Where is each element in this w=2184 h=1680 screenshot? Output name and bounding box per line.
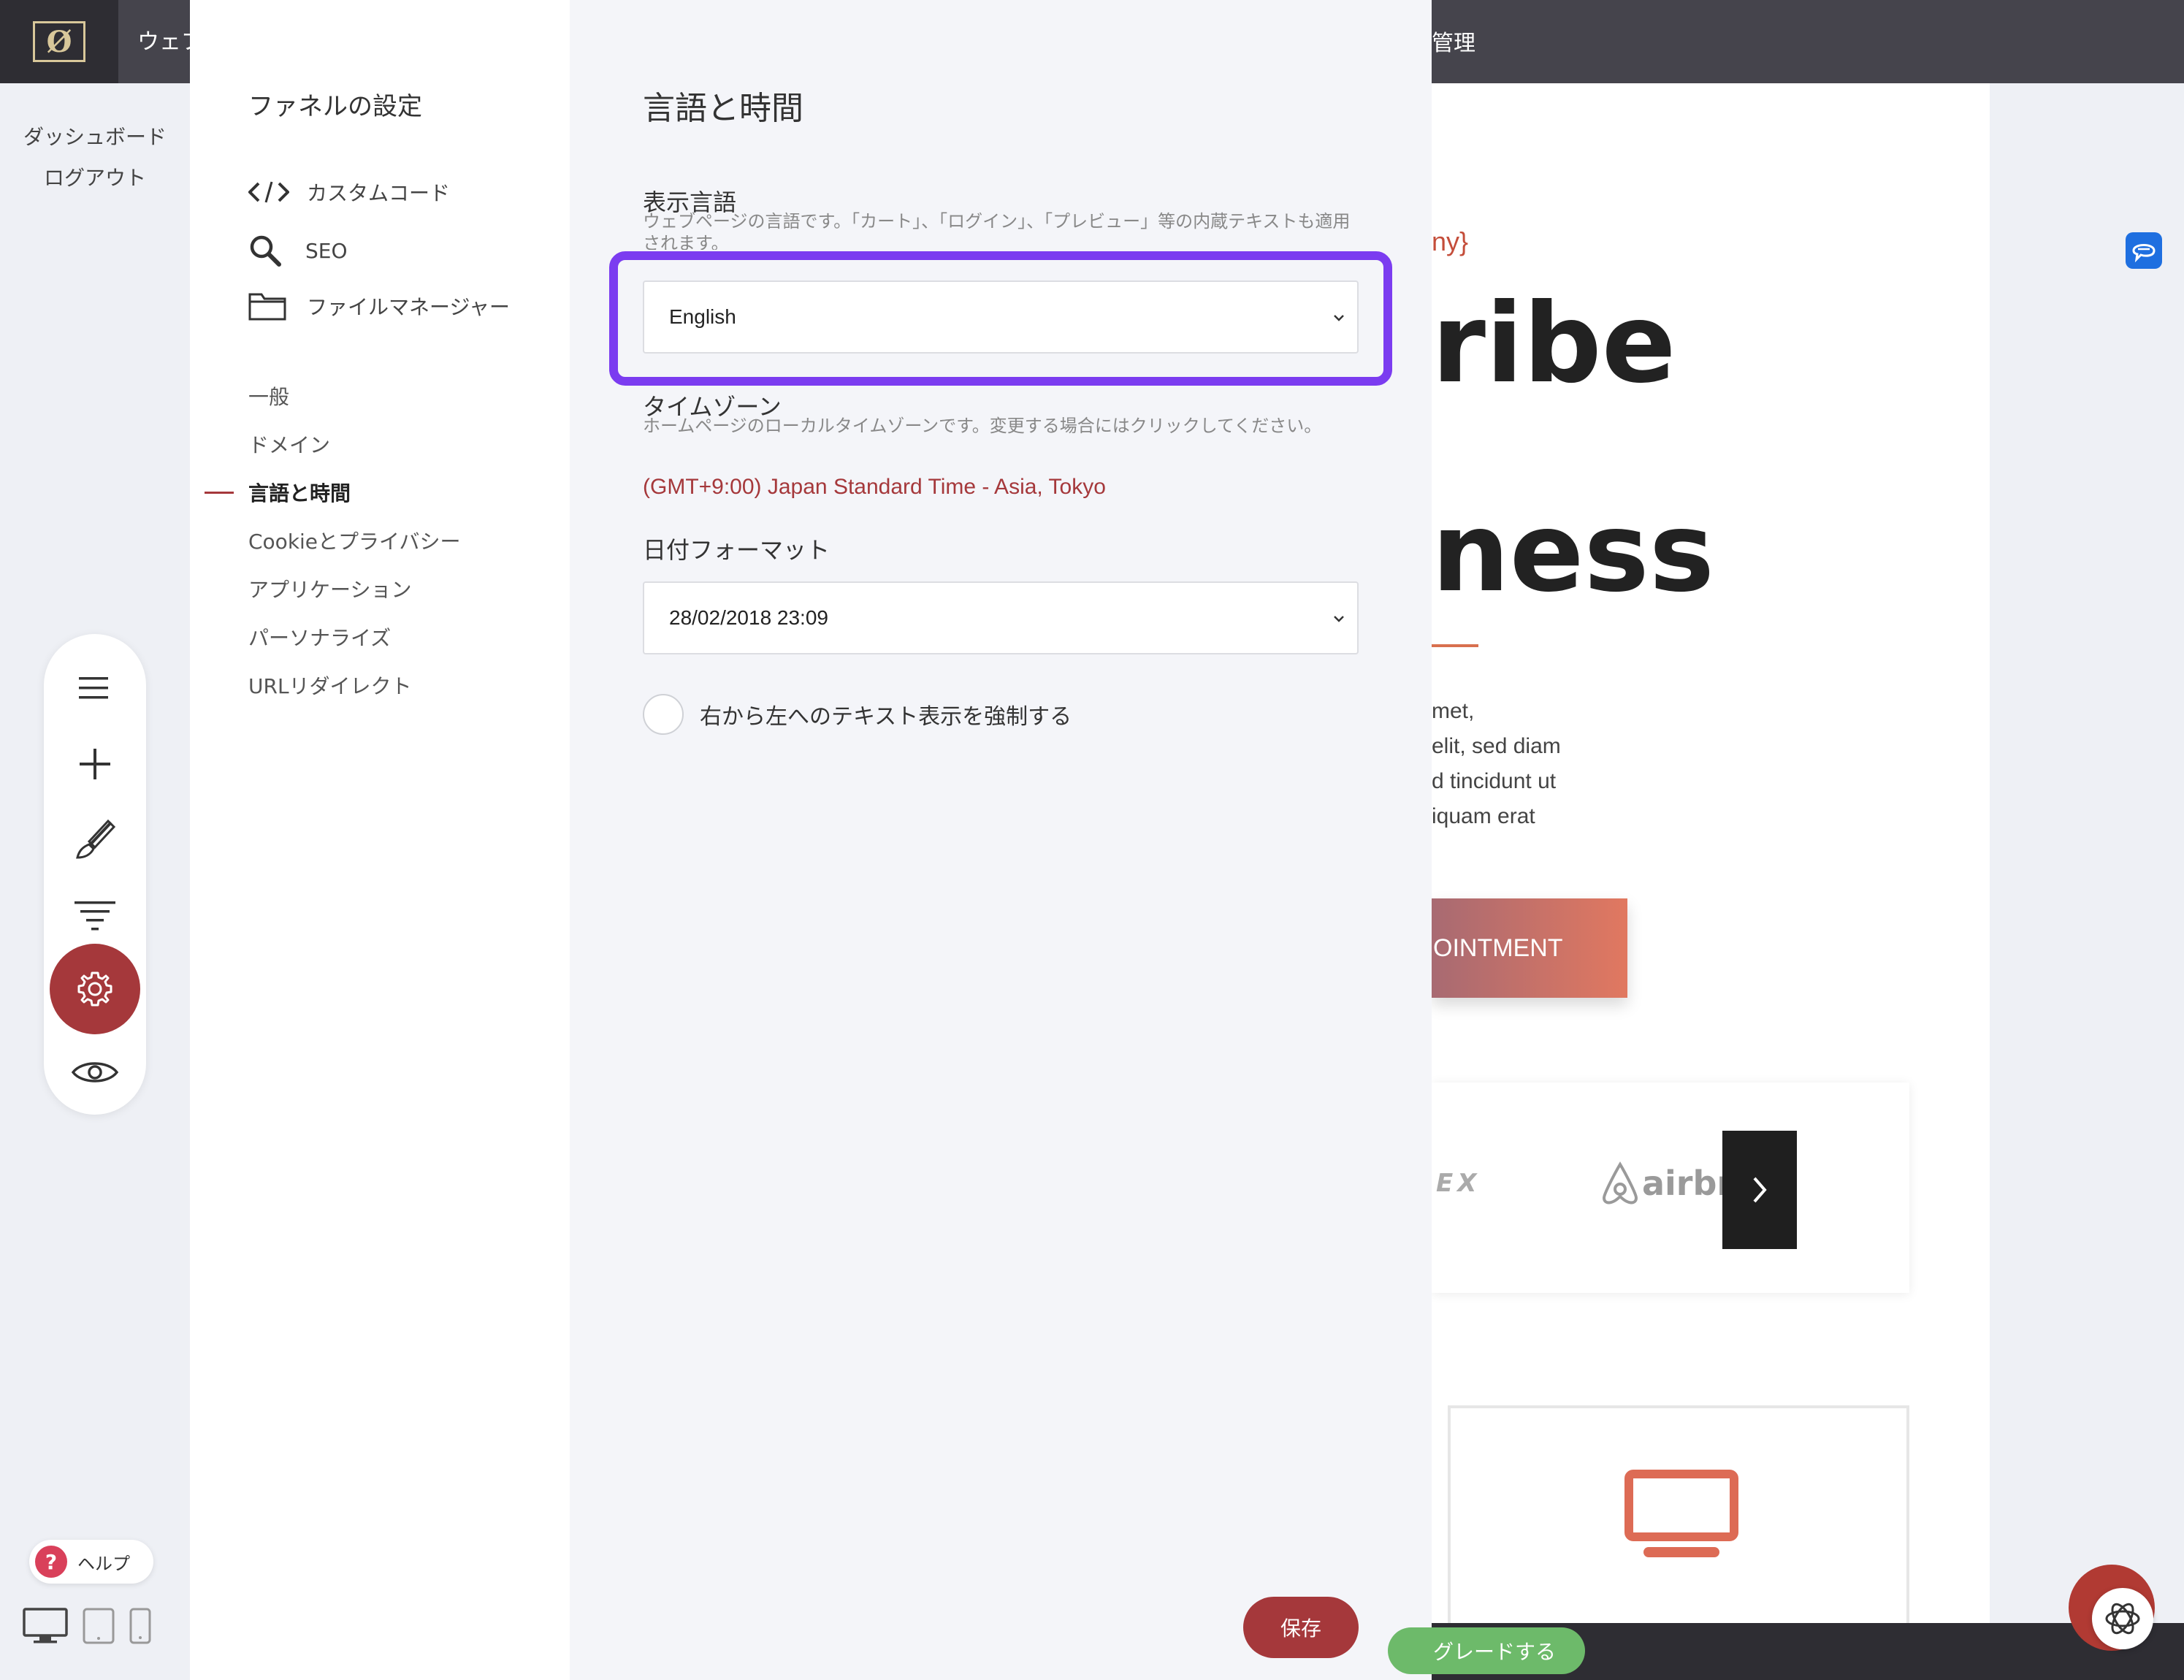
plus-icon[interactable] (66, 735, 124, 793)
page-title: 言語と時間 (643, 90, 803, 127)
editor-toolbar (44, 634, 146, 1115)
preview-logo: airbn (1598, 1160, 1741, 1207)
logo[interactable]: Ø (0, 0, 118, 83)
monitor-icon (1624, 1470, 1738, 1557)
help-icon: ? (35, 1546, 67, 1578)
rtl-radio[interactable] (643, 694, 684, 735)
website-preview: ny} ribe ness met, elit, sed diam d tinc… (1432, 83, 1990, 1623)
date-format-label: 日付フォーマット (643, 536, 831, 564)
logo-mark: Ø (33, 21, 85, 62)
chevron-right-icon (1753, 1177, 1767, 1203)
brush-icon[interactable] (66, 811, 124, 869)
folder-icon (248, 288, 289, 324)
preview-logo-carousel: EX airbn (1432, 1083, 1909, 1293)
save-button[interactable]: 保存 (1243, 1597, 1359, 1658)
preview-divider (1432, 644, 1478, 647)
nav-tool-custom-code[interactable]: カスタムコード (248, 174, 450, 210)
airbnb-icon (1602, 1161, 1638, 1204)
preview-paragraph: met, elit, sed diam d tincidunt ut iquam… (1432, 694, 1943, 834)
assistant-icon[interactable] (2092, 1588, 2153, 1649)
preview-heading-line1: ribe (1432, 280, 1676, 408)
extension-icon[interactable] (2126, 232, 2162, 269)
gear-icon (77, 971, 112, 1007)
nav-tool-label: SEO (305, 238, 348, 263)
nav-tool-label: ファイルマネージャー (307, 295, 511, 319)
preview-paragraph-line: d tincidunt ut (1432, 769, 1557, 793)
upgrade-button[interactable]: グレードする (1388, 1627, 1585, 1674)
preview-paragraph-line: elit, sed diam (1432, 734, 1561, 758)
carousel-next-button[interactable] (1722, 1131, 1797, 1249)
preview-paragraph-line: met, (1432, 699, 1475, 723)
nav-tool-seo[interactable]: SEO (248, 232, 348, 269)
settings-button[interactable] (50, 944, 140, 1034)
chevron-down-icon (1334, 616, 1344, 622)
logout-link[interactable]: ログアウト (44, 162, 146, 191)
nav-tool-label: カスタムコード (307, 181, 451, 205)
eye-icon[interactable] (66, 1043, 124, 1101)
help-label: ヘルプ (77, 1553, 130, 1574)
mobile-icon[interactable] (129, 1607, 152, 1648)
search-icon (248, 232, 289, 269)
preview-cta-button[interactable]: OINTMENT (1432, 898, 1627, 998)
timezone-value[interactable]: (GMT+9:00) Japan Standard Time - Asia, T… (643, 475, 1106, 500)
nav-item-url-redirect[interactable]: URLリダイレクト (248, 671, 412, 700)
language-description: ウェブページの言語です。「カート」、「ログイン」、「プレビュー」等の内蔵テキスト… (643, 211, 1351, 250)
left-sidebar: ダッシュボード ログアウト ? ヘルプ (0, 83, 190, 1680)
desktop-icon[interactable] (22, 1607, 69, 1648)
code-icon (248, 174, 289, 210)
rtl-label: 右から左へのテキスト表示を強制する (700, 704, 1072, 730)
date-format-select-value: 28/02/2018 23:09 (669, 606, 828, 629)
nav-item-language-time[interactable]: 言語と時間 (248, 478, 351, 507)
funnel-filter-icon[interactable] (66, 887, 124, 945)
nav-title: ファネルの設定 (248, 92, 422, 121)
help-button[interactable]: ? ヘルプ (29, 1540, 153, 1584)
preview-logo: EX (1436, 1169, 1481, 1198)
active-indicator (205, 492, 234, 494)
preview-paragraph-line: iquam erat (1432, 804, 1535, 828)
nav-item-domain[interactable]: ドメイン (248, 429, 330, 459)
dashboard-link[interactable]: ダッシュボード (23, 121, 167, 150)
nav-item-applications[interactable]: アプリケーション (248, 574, 411, 603)
preview-company: ny} (1432, 226, 1469, 256)
nav-item-cookie-privacy[interactable]: Cookieとプライバシー (248, 526, 460, 555)
funnel-settings-nav: ファネルの設定 カスタムコード SEO ファイルマネージャー 一般 ドメイン 言… (190, 0, 570, 1680)
nav-tool-file-manager[interactable]: ファイルマネージャー (248, 288, 510, 324)
menu-icon[interactable] (66, 659, 124, 717)
date-format-select[interactable]: 28/02/2018 23:09 (643, 581, 1359, 654)
topbar-manage-link[interactable]: 管理 (1432, 25, 1475, 57)
timezone-description: ホームページのローカルタイムゾーンです。変更する場合にはクリックしてください。 (643, 416, 1322, 436)
nav-item-personalize[interactable]: パーソナライズ (248, 622, 391, 652)
preview-heading-line2: ness (1432, 489, 1715, 616)
highlight-frame (609, 251, 1392, 386)
preview-feature-card (1448, 1405, 1909, 1623)
rtl-option[interactable]: 右から左へのテキスト表示を強制する (643, 694, 1072, 735)
tablet-icon[interactable] (82, 1607, 115, 1648)
nav-item-general[interactable]: 一般 (248, 381, 289, 411)
